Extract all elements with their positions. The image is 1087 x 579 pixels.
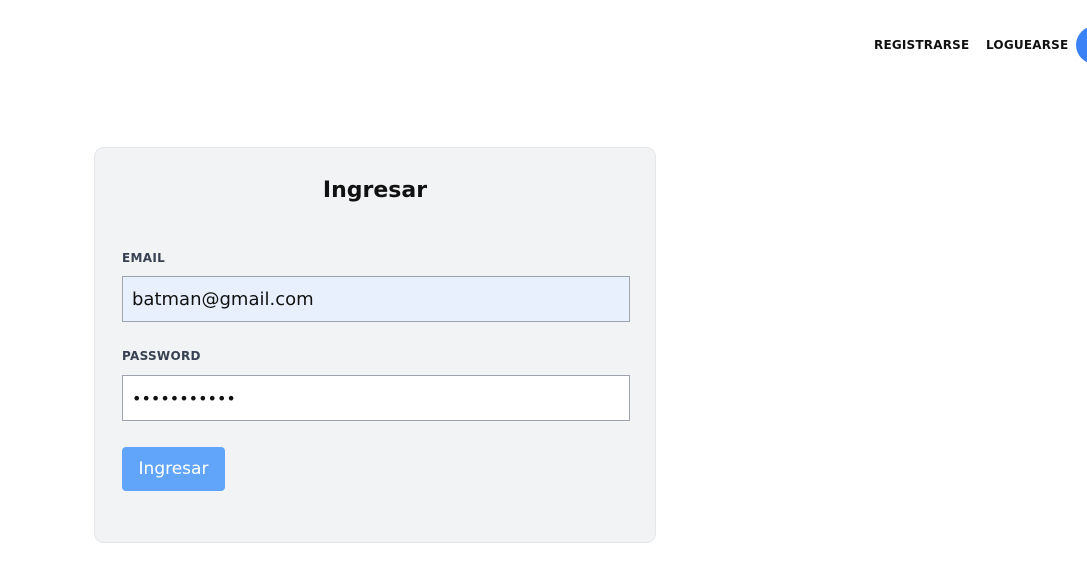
nav-register-link[interactable]: REGISTRARSE	[874, 38, 969, 52]
page: REGISTRARSE LOGUEARSE Ingresar EMAIL PAS…	[0, 0, 1087, 579]
email-label: EMAIL	[122, 251, 166, 265]
password-label: PASSWORD	[122, 349, 201, 363]
login-title: Ingresar	[322, 178, 428, 203]
nav-login-link[interactable]: LOGUEARSE	[986, 38, 1068, 52]
email-field[interactable]	[122, 276, 630, 322]
login-submit-button[interactable]: Ingresar	[122, 447, 225, 491]
top-navbar: REGISTRARSE LOGUEARSE	[0, 0, 1087, 90]
login-card: Ingresar EMAIL PASSWORD Ingresar	[94, 147, 656, 543]
password-field[interactable]	[122, 375, 630, 421]
user-avatar[interactable]	[1076, 26, 1087, 64]
